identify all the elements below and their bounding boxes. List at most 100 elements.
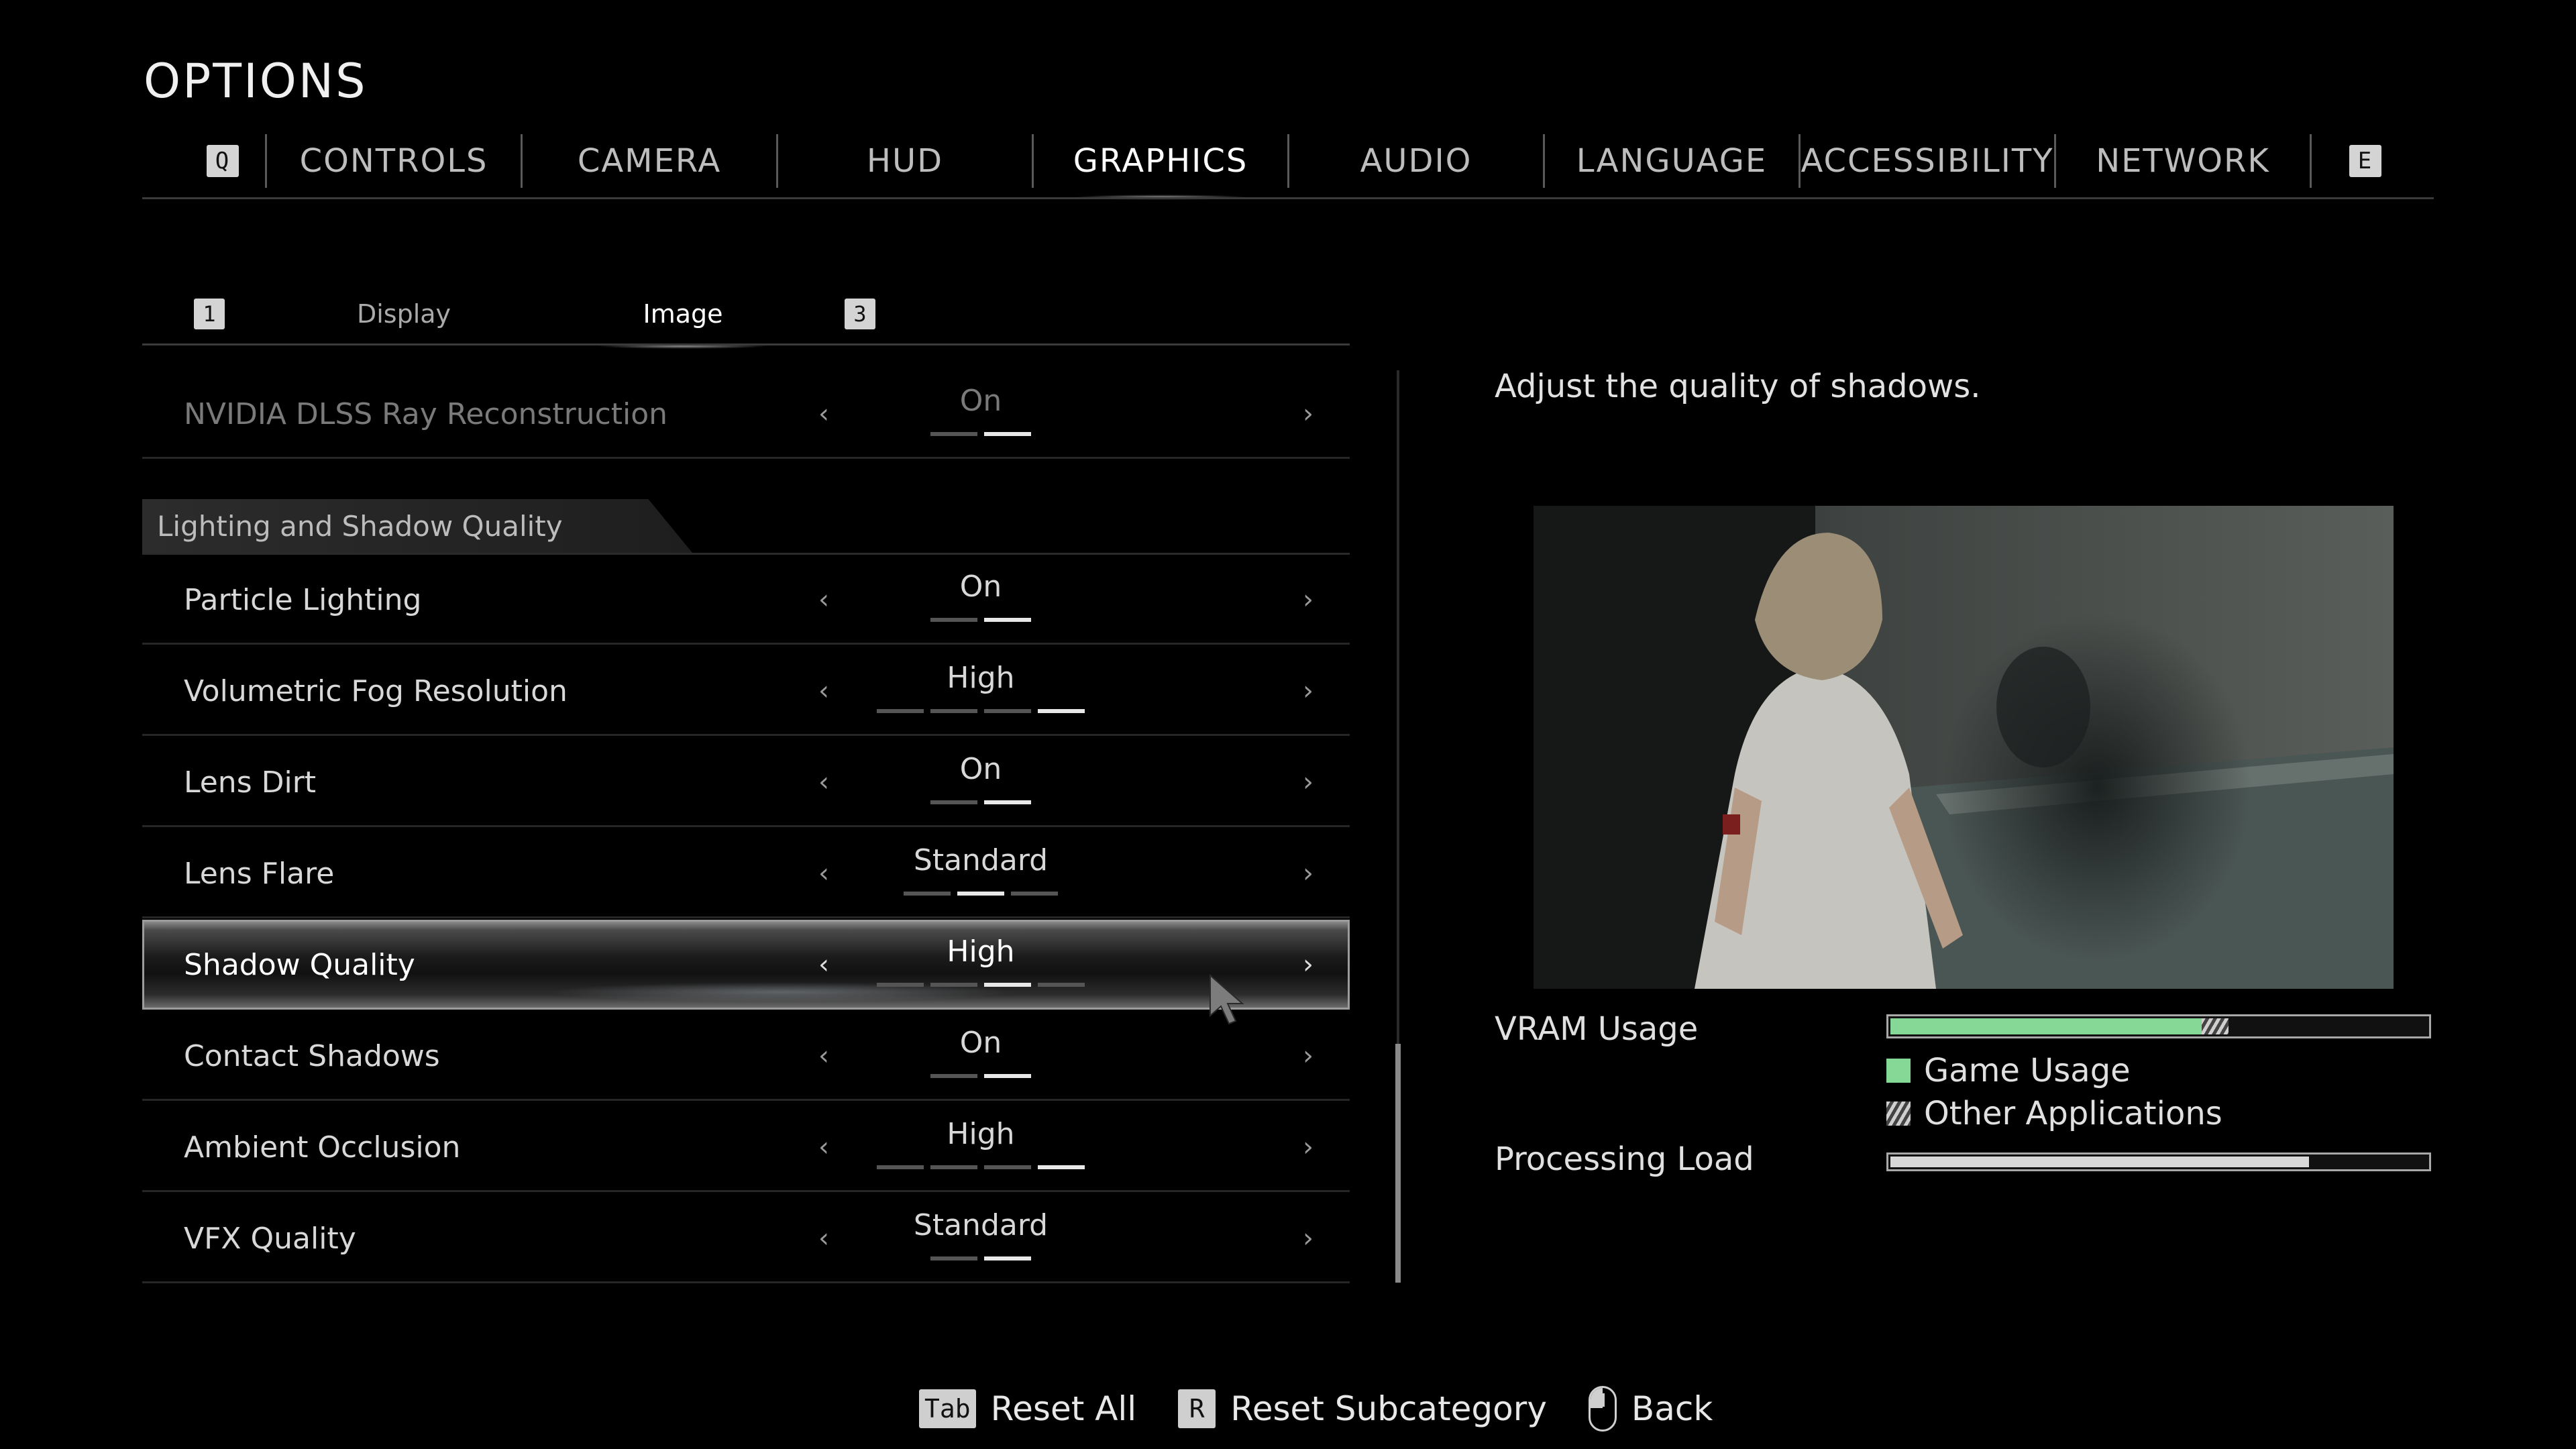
legend-other-applications-label: Other Applications xyxy=(1924,1095,2222,1132)
tab-key-icon: Tab xyxy=(919,1389,976,1428)
level-pip xyxy=(930,1074,977,1078)
setting-description: Adjust the quality of shadows. xyxy=(1495,368,1981,405)
setting-row-ambient-occlusion[interactable]: Ambient Occlusion ‹ High › xyxy=(142,1102,1350,1192)
level-pip xyxy=(1038,1165,1085,1169)
footer-prompts: Tab Reset All R Reset Subcategory Back xyxy=(919,1386,1754,1432)
setting-label: Volumetric Fog Resolution xyxy=(184,674,568,708)
subtab-display[interactable]: Display xyxy=(317,282,491,346)
e-key-icon: E xyxy=(2349,145,2381,177)
level-indicator xyxy=(877,983,1085,987)
tab-accessibility[interactable]: ACCESSIBILITY xyxy=(1801,127,2054,195)
chevron-right-icon[interactable]: › xyxy=(1303,369,1313,459)
setting-label: Lens Dirt xyxy=(184,765,317,800)
setting-row-contact-shadows[interactable]: Contact Shadows ‹ On › xyxy=(142,1011,1350,1101)
setting-value: On xyxy=(959,384,1002,418)
level-pip xyxy=(984,618,1031,622)
back-label: Back xyxy=(1631,1389,1713,1428)
setting-row-lens-dirt[interactable]: Lens Dirt ‹ On › xyxy=(142,737,1350,827)
processing-load-label: Processing Load xyxy=(1495,1140,1754,1178)
level-indicator xyxy=(930,1074,1031,1078)
sub-tab-bar: 1 Display Image 3 xyxy=(142,282,1350,349)
level-indicator xyxy=(930,1256,1031,1260)
setting-label: Contact Shadows xyxy=(184,1038,440,1073)
level-pip xyxy=(984,800,1031,804)
setting-value: High xyxy=(947,934,1015,969)
settings-scrollbar-thumb[interactable] xyxy=(1395,1044,1401,1283)
setting-label: VFX Quality xyxy=(184,1221,356,1256)
tab-audio[interactable]: AUDIO xyxy=(1289,127,1543,195)
section-header-lighting-shadow: Lighting and Shadow Quality xyxy=(142,499,1350,555)
level-indicator xyxy=(930,432,1031,436)
level-indicator xyxy=(877,1165,1085,1169)
level-pip xyxy=(930,618,977,622)
key-1-icon: 1 xyxy=(194,299,225,329)
next-tab-key[interactable]: E xyxy=(2332,127,2399,195)
prev-tab-key[interactable]: Q xyxy=(189,127,256,195)
legend-game-usage-label: Game Usage xyxy=(1924,1052,2131,1089)
setting-row-lens-flare[interactable]: Lens Flare ‹ Standard › xyxy=(142,828,1350,918)
setting-label: NVIDIA DLSS Ray Reconstruction xyxy=(184,396,668,431)
processing-load-bar xyxy=(1886,1152,2431,1171)
level-indicator xyxy=(930,800,1031,804)
tab-hud[interactable]: HUD xyxy=(778,127,1032,195)
tab-camera[interactable]: CAMERA xyxy=(523,127,776,195)
section-title: Lighting and Shadow Quality xyxy=(157,509,563,543)
sub-tab-divider xyxy=(142,343,1350,345)
r-key-icon: R xyxy=(1178,1389,1216,1428)
chevron-right-icon[interactable]: › xyxy=(1303,646,1313,736)
chevron-right-icon[interactable]: › xyxy=(1303,1011,1313,1101)
chevron-right-icon[interactable]: › xyxy=(1303,1102,1313,1192)
shadow-preview-illustration xyxy=(1534,506,2394,989)
setting-label: Lens Flare xyxy=(184,856,335,891)
tab-graphics[interactable]: GRAPHICS xyxy=(1034,127,1287,200)
chevron-right-icon[interactable]: › xyxy=(1303,1193,1313,1283)
legend-game-usage: Game Usage xyxy=(1886,1052,2131,1089)
prev-subtab-key[interactable]: 1 xyxy=(189,282,229,346)
setting-row-shadow-quality[interactable]: Shadow Quality ‹ High › xyxy=(142,920,1350,1010)
vram-game-usage-fill xyxy=(1890,1018,2202,1034)
chevron-right-icon[interactable]: › xyxy=(1303,828,1313,918)
chevron-right-icon[interactable]: › xyxy=(1303,555,1313,645)
reset-all-button[interactable]: Tab Reset All xyxy=(919,1389,1136,1428)
tab-language[interactable]: LANGUAGE xyxy=(1545,127,1799,195)
setting-value: On xyxy=(959,570,1002,604)
level-pip xyxy=(984,1165,1031,1169)
page-title: OPTIONS xyxy=(144,54,368,109)
tab-controls[interactable]: CONTROLS xyxy=(267,127,521,195)
level-pip xyxy=(930,432,977,436)
reset-subcategory-button[interactable]: R Reset Subcategory xyxy=(1178,1389,1547,1428)
q-key-icon: Q xyxy=(207,145,239,177)
level-pip xyxy=(877,1165,924,1169)
level-pip xyxy=(930,709,977,713)
setting-value: On xyxy=(959,752,1002,786)
level-pip xyxy=(930,1165,977,1169)
level-pip xyxy=(904,892,951,896)
setting-row-vfx-quality[interactable]: VFX Quality ‹ Standard › xyxy=(142,1193,1350,1283)
setting-row-volumetric-fog-resolution[interactable]: Volumetric Fog Resolution ‹ High › xyxy=(142,646,1350,736)
tab-network[interactable]: NETWORK xyxy=(2056,127,2310,195)
back-button[interactable]: Back xyxy=(1588,1386,1713,1432)
setting-value: High xyxy=(947,1117,1015,1151)
game-usage-swatch xyxy=(1886,1059,1911,1083)
chevron-right-icon[interactable]: › xyxy=(1303,737,1313,827)
legend-other-applications: Other Applications xyxy=(1886,1095,2222,1132)
level-pip xyxy=(1011,892,1058,896)
setting-value: On xyxy=(959,1026,1002,1060)
next-subtab-key[interactable]: 3 xyxy=(840,282,880,346)
level-pip xyxy=(930,1256,977,1260)
subtab-image[interactable]: Image xyxy=(596,282,770,349)
processing-load-fill xyxy=(1890,1157,2309,1167)
subtab-image-label: Image xyxy=(643,299,723,329)
other-applications-swatch xyxy=(1886,1102,1911,1126)
setting-label: Ambient Occlusion xyxy=(184,1130,461,1165)
level-pip xyxy=(984,432,1031,436)
setting-value: High xyxy=(947,661,1015,695)
level-pip xyxy=(957,892,1004,896)
tab-graphics-label: GRAPHICS xyxy=(1073,142,1248,180)
level-pip xyxy=(1038,709,1085,713)
setting-row-dlss-ray-reconstruction[interactable]: NVIDIA DLSS Ray Reconstruction ‹ On › xyxy=(142,369,1350,459)
setting-row-particle-lighting[interactable]: Particle Lighting ‹ On › xyxy=(142,555,1350,645)
level-pip xyxy=(877,709,924,713)
chevron-right-icon[interactable]: › xyxy=(1303,920,1313,1010)
mouse-cursor-icon xyxy=(1210,974,1244,1025)
